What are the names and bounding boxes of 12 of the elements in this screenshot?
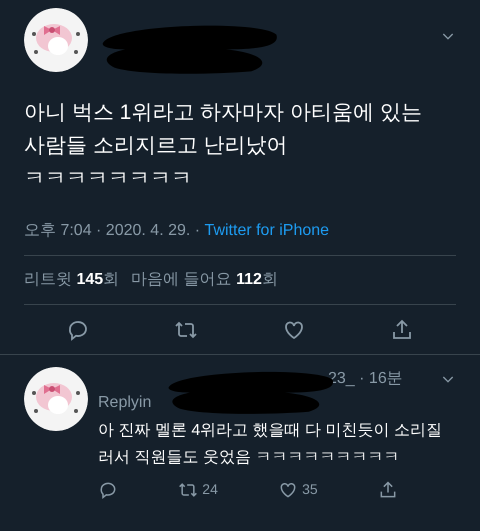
reply-text: 아 진짜 멜론 4위라고 했을때 다 미친듯이 소리질러서 직원들도 웃었음 ㅋㅋㅋㅋㅋㅋㅋㅋㅋ bbox=[98, 421, 444, 468]
retweet-count: 24 bbox=[202, 480, 218, 499]
engagement-stat[interactable]: 마음에 들어요 112회 bbox=[131, 268, 278, 292]
source-link[interactable]: Twitter for iPhone bbox=[204, 222, 330, 239]
share-icon[interactable] bbox=[390, 318, 414, 342]
like-count: 35 bbox=[302, 480, 318, 499]
share-icon[interactable] bbox=[378, 480, 398, 500]
speech-bubble-icon[interactable] bbox=[98, 480, 118, 500]
engagement-stat[interactable]: 리트윗 145회 bbox=[24, 268, 120, 292]
tweet-text: 아니 벅스 1위라고 하자마자 아티움에 있는 사람들 소리지르고 난리났어 ㅋㅋㅋㅋㅋㅋㅋㅋ bbox=[24, 100, 423, 192]
replying-to-text: Replyin bbox=[98, 393, 152, 413]
tweet-timestamp: 오후 7:04 · 2020. 4. 29. · bbox=[24, 222, 202, 239]
